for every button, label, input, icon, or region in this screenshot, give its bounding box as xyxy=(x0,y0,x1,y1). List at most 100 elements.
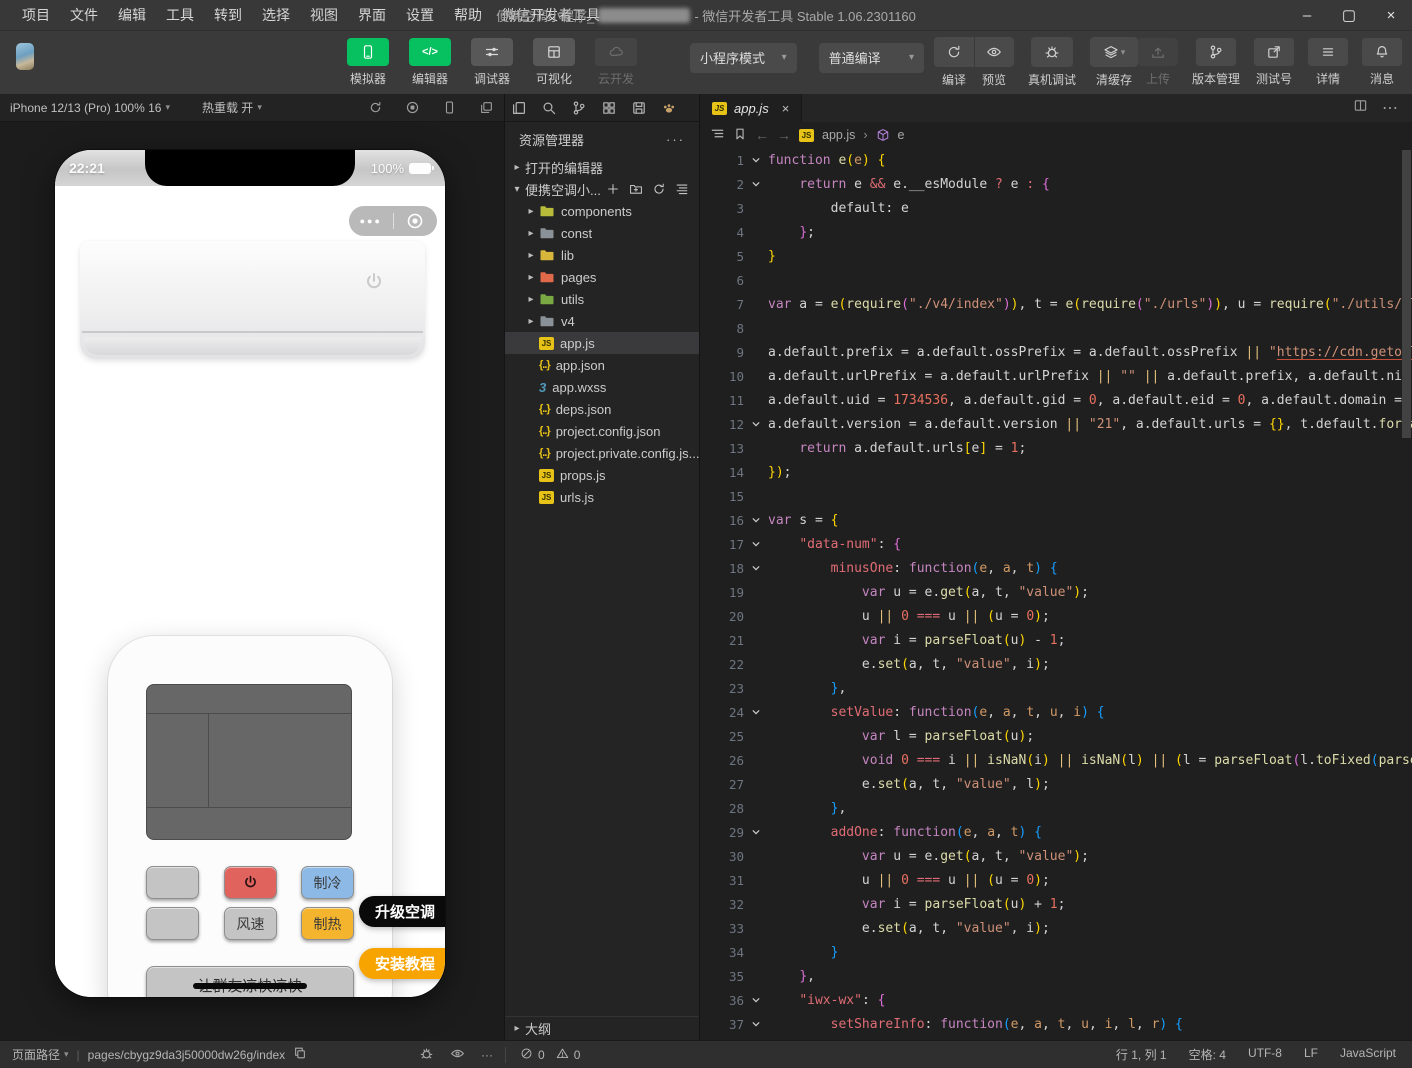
toolbar-button-详情[interactable]: 详情 xyxy=(1308,38,1348,87)
tree-file-urls.js[interactable]: JSurls.js xyxy=(505,486,699,508)
device-icon[interactable] xyxy=(442,100,457,115)
fold-chevron-icon[interactable] xyxy=(744,563,768,573)
tree-file-app.json[interactable]: {..}app.json xyxy=(505,354,699,376)
split-editor-icon[interactable] xyxy=(1353,98,1368,118)
nav-forward-icon[interactable]: → xyxy=(777,127,791,143)
tree-file-app.wxss[interactable]: 3app.wxss xyxy=(505,376,699,398)
git-branch-icon[interactable] xyxy=(571,100,587,116)
device-select[interactable]: iPhone 12/13 (Pro) 100% 16 ▾ xyxy=(10,101,170,115)
hot-reload-toggle[interactable]: 热重载 开 ▾ xyxy=(202,99,262,116)
remote-button-power[interactable] xyxy=(224,866,277,899)
page-path-select[interactable]: 页面路径 ▾ xyxy=(12,1046,69,1063)
menu-item-3[interactable]: 工具 xyxy=(156,5,204,25)
menu-item-7[interactable]: 界面 xyxy=(348,5,396,25)
files-icon[interactable] xyxy=(511,100,527,116)
rotate-icon[interactable] xyxy=(368,100,383,115)
tree-folder-pages[interactable]: ▸pages xyxy=(505,266,699,288)
floating-badge-升级空调[interactable]: 升级空调 xyxy=(359,896,445,927)
mode-select[interactable]: 小程序模式 ▾ xyxy=(690,43,797,73)
fold-chevron-icon[interactable] xyxy=(744,419,768,429)
copy-icon[interactable] xyxy=(293,1046,307,1063)
debug-icon[interactable] xyxy=(419,1046,434,1064)
minimize-icon[interactable]: – xyxy=(1286,0,1328,30)
eol-setting[interactable]: LF xyxy=(1304,1046,1318,1063)
fold-chevron-icon[interactable] xyxy=(744,179,768,189)
tree-file-props.js[interactable]: JSprops.js xyxy=(505,464,699,486)
fold-chevron-icon[interactable] xyxy=(744,515,768,525)
breadcrumb-file[interactable]: app.js xyxy=(822,128,855,142)
fold-chevron-icon[interactable] xyxy=(744,707,768,717)
tab-app-js[interactable]: JS app.js × xyxy=(700,94,802,122)
multi-window-icon[interactable] xyxy=(479,100,494,115)
menu-item-8[interactable]: 设置 xyxy=(396,5,444,25)
toolbar-button-编辑器[interactable]: </>编辑器 xyxy=(404,38,456,87)
toolbar-button-预览[interactable]: 预览 xyxy=(974,37,1014,88)
more-icon[interactable]: ⋯ xyxy=(1382,98,1398,118)
toolbar-button-可视化[interactable]: 可视化 xyxy=(528,38,580,87)
tree-file-deps.json[interactable]: {..}deps.json xyxy=(505,398,699,420)
remote-button-风速[interactable]: 风速 xyxy=(224,907,277,940)
indent-setting[interactable]: 空格: 4 xyxy=(1189,1046,1226,1063)
menu-item-9[interactable]: 帮助 xyxy=(444,5,492,25)
outline-section[interactable]: ▸ 大纲 xyxy=(505,1016,699,1040)
tree-folder-utils[interactable]: ▸utils xyxy=(505,288,699,310)
compile-select[interactable]: 普通编译 ▾ xyxy=(819,43,924,73)
fold-chevron-icon[interactable] xyxy=(744,995,768,1005)
maximize-icon[interactable]: ▢ xyxy=(1328,0,1370,30)
remote-button-制冷[interactable]: 制冷 xyxy=(301,866,354,899)
menu-item-0[interactable]: 项目 xyxy=(12,5,60,25)
nav-back-icon[interactable]: ← xyxy=(755,127,769,143)
fold-chevron-icon[interactable] xyxy=(744,827,768,837)
remote-button-blank[interactable] xyxy=(146,866,199,899)
code-editor[interactable]: 1function e(e) {2 return e && e.__esModu… xyxy=(700,148,1412,1040)
collapse-all-icon[interactable] xyxy=(675,182,689,196)
close-icon[interactable]: × xyxy=(782,101,790,116)
menu-item-2[interactable]: 编辑 xyxy=(108,5,156,25)
tree-folder-components[interactable]: ▸components xyxy=(505,200,699,222)
more-icon[interactable]: ··· xyxy=(666,132,685,147)
paw-icon[interactable] xyxy=(661,100,677,116)
tree-section-open-editors[interactable]: ▸打开的编辑器 xyxy=(505,156,699,178)
editor-scrollbar[interactable] xyxy=(1400,148,1412,1040)
avatar[interactable] xyxy=(16,43,34,70)
menu-item-6[interactable]: 视图 xyxy=(300,5,348,25)
toolbar-button-测试号[interactable]: 测试号 xyxy=(1254,38,1294,87)
exit-circle-icon[interactable] xyxy=(394,212,438,230)
close-icon[interactable]: × xyxy=(1370,0,1412,30)
menu-item-4[interactable]: 转到 xyxy=(204,5,252,25)
more-icon[interactable]: ··· xyxy=(481,1048,493,1062)
encoding[interactable]: UTF-8 xyxy=(1248,1046,1282,1063)
search-icon[interactable] xyxy=(541,100,557,116)
tree-file-project.config.json[interactable]: {..}project.config.json xyxy=(505,420,699,442)
toolbar-button-编译[interactable]: 编译 xyxy=(934,37,974,88)
toolbar-button-真机调试[interactable]: 真机调试 xyxy=(1028,37,1076,88)
floating-badge-安装教程[interactable]: 安装教程 xyxy=(359,948,445,979)
new-file-icon[interactable] xyxy=(606,182,620,196)
scrollbar-thumb[interactable] xyxy=(1402,150,1411,438)
fold-chevron-icon[interactable] xyxy=(744,1019,768,1029)
toolbar-button-消息[interactable]: 消息 xyxy=(1362,38,1402,87)
remote-button-blank[interactable] xyxy=(146,907,199,940)
tree-file-project.private.config.js...[interactable]: {..}project.private.config.js... xyxy=(505,442,699,464)
menu-item-1[interactable]: 文件 xyxy=(60,5,108,25)
remote-button-制热[interactable]: 制热 xyxy=(301,907,354,940)
toolbar-button-上传[interactable]: 上传 xyxy=(1138,38,1178,87)
toolbar-button-版本管理[interactable]: 版本管理 xyxy=(1192,38,1240,87)
tree-section-project[interactable]: ▾便携空调小... xyxy=(505,178,699,200)
more-icon[interactable]: ●●● xyxy=(349,216,393,226)
toolbar-button-清缓存[interactable]: ▾清缓存 xyxy=(1090,37,1138,88)
menu-item-10[interactable]: 微信开发者工具 xyxy=(492,5,610,25)
tree-folder-const[interactable]: ▸const xyxy=(505,222,699,244)
problems-indicator[interactable]: 0 0 xyxy=(505,1047,700,1063)
refresh-icon[interactable] xyxy=(652,182,666,196)
eye-icon[interactable] xyxy=(450,1046,465,1064)
record-icon[interactable] xyxy=(405,100,420,115)
tree-file-app.js[interactable]: JSapp.js xyxy=(505,332,699,354)
save-icon[interactable] xyxy=(631,100,647,116)
fold-chevron-icon[interactable] xyxy=(744,539,768,549)
bookmark-icon[interactable] xyxy=(733,127,747,144)
share-button[interactable]: 让群友凉快凉快 xyxy=(146,966,354,997)
grid-icon[interactable] xyxy=(601,100,617,116)
language-mode[interactable]: JavaScript xyxy=(1340,1046,1396,1063)
tree-folder-v4[interactable]: ▸v4 xyxy=(505,310,699,332)
